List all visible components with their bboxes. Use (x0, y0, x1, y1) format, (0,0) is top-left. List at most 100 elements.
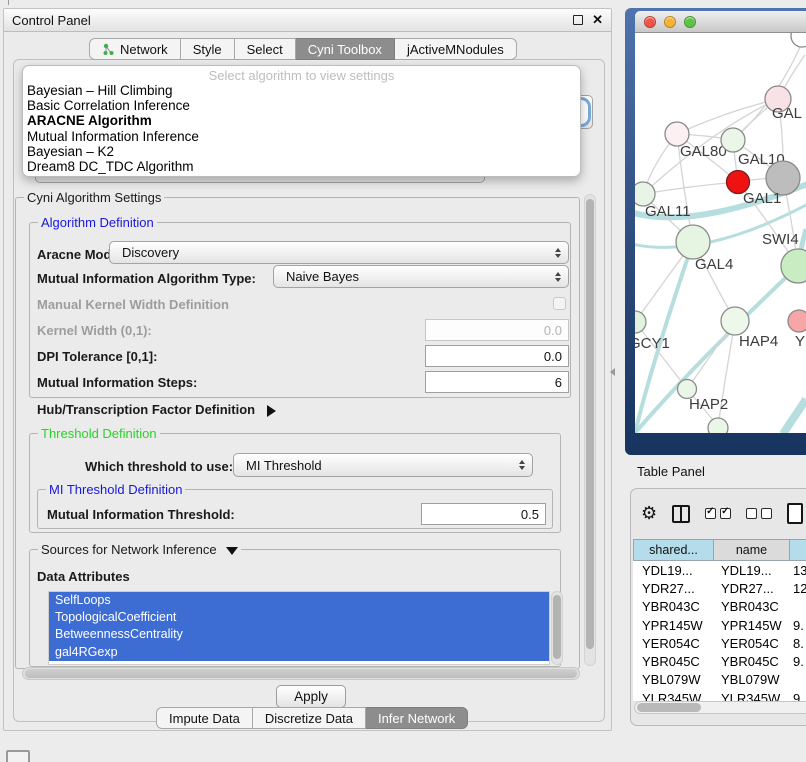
network-node-gcy1[interactable] (635, 311, 646, 333)
column-header-name[interactable]: name (714, 539, 790, 561)
aracne-mode-value: Discovery (122, 245, 179, 260)
scrollbar-thumb[interactable] (25, 669, 577, 678)
mi-type-value: Naive Bayes (286, 269, 359, 284)
dropdown-item[interactable]: Bayesian – K2 (23, 144, 580, 159)
table-row[interactable]: YBR045CYBR045C9. (633, 652, 806, 670)
network-node-gal4[interactable] (676, 225, 710, 259)
network-edge-thick (783, 399, 806, 433)
float-window-icon[interactable] (573, 15, 583, 25)
network-node-label: GAL4 (695, 256, 733, 273)
settings-horizontal-scrollbar[interactable] (22, 667, 580, 680)
network-node[interactable] (791, 33, 806, 47)
tab-select[interactable]: Select (235, 38, 296, 60)
tab-label: Style (193, 42, 222, 57)
dpi-tolerance-field[interactable]: 0.0 (425, 345, 569, 367)
tab-cyni-toolbox[interactable]: Cyni Toolbox (296, 38, 395, 60)
columns-icon[interactable] (672, 505, 690, 523)
tab-label: Cyni Toolbox (308, 42, 382, 57)
minimize-window-button[interactable] (664, 16, 676, 28)
table-row[interactable]: YDL19...YDL19...13 (633, 561, 806, 579)
document-icon[interactable] (787, 503, 803, 524)
data-attributes-label: Data Attributes (37, 569, 130, 584)
collapse-down-icon[interactable] (226, 547, 238, 555)
hub-definition-toggle[interactable]: Hub/Transcription Factor Definition (37, 402, 276, 417)
table-row[interactable]: YBR043CYBR043C (633, 598, 806, 616)
network-node-gal10[interactable] (721, 128, 745, 152)
table-row[interactable]: YDR27...YDR27...12 (633, 579, 806, 597)
checked-box-icon (705, 508, 716, 519)
table-cell: 12 (790, 581, 806, 596)
mi-type-combobox[interactable]: Naive Bayes (273, 265, 569, 288)
tab-impute-data[interactable]: Impute Data (156, 707, 253, 729)
table-row[interactable]: YPR145WYPR145W9. (633, 616, 806, 634)
tab-jactivemnodules[interactable]: jActiveMNodules (395, 38, 517, 60)
attribute-item-selected[interactable]: BetweennessCentrality (49, 626, 549, 643)
control-panel-titlebar: Control Panel ✕ (4, 9, 611, 32)
network-node-y[interactable] (788, 310, 806, 332)
tab-infer-network[interactable]: Infer Network (366, 707, 468, 729)
table-cell: YER054C (633, 636, 714, 651)
network-canvas[interactable]: GALGAL80GAL10GAL1GAL11SWI4GAL4GCY1HAP4YH… (635, 33, 806, 433)
mi-threshold-label: Mutual Information Threshold: (47, 507, 235, 522)
control-panel-title: Control Panel (12, 13, 91, 28)
apply-button[interactable]: Apply (276, 685, 346, 708)
mi-steps-field[interactable]: 6 (425, 371, 569, 393)
settings-vertical-scrollbar[interactable] (584, 194, 596, 666)
zoom-window-button[interactable] (684, 16, 696, 28)
tab-network[interactable]: Network (89, 38, 181, 60)
scrollbar-thumb[interactable] (553, 595, 561, 659)
table-cell: YDR27... (633, 581, 714, 596)
expand-right-icon[interactable] (267, 405, 276, 417)
attribute-list-scrollbar[interactable] (551, 591, 563, 665)
scrollbar-thumb[interactable] (637, 703, 701, 712)
scrollbar-thumb[interactable] (586, 199, 594, 649)
table-cell: YBR043C (714, 599, 790, 614)
table-header: shared... name (633, 539, 806, 561)
checked-boxes-icon[interactable] (705, 508, 731, 519)
bottom-tabbar: Impute Data Discretize Data Infer Networ… (156, 707, 468, 729)
mi-steps-label: Mutual Information Steps: (37, 375, 197, 390)
table-horizontal-scrollbar[interactable] (634, 701, 806, 714)
table-cell: YBR045C (714, 654, 790, 669)
dropdown-item[interactable]: Mutual Information Inference (23, 129, 580, 144)
column-header-shared-name[interactable]: shared... (633, 539, 714, 561)
network-node[interactable] (708, 418, 728, 433)
dropdown-item[interactable]: Dream8 DC_TDC Algorithm (23, 159, 580, 174)
close-window-button[interactable] (644, 16, 656, 28)
attribute-item-selected[interactable]: gal4RGexp (49, 644, 549, 661)
column-header-cut[interactable] (790, 539, 806, 561)
manual-kernel-checkbox[interactable] (553, 297, 566, 310)
network-node-label: GAL (772, 105, 802, 122)
table-row[interactable]: YBL079WYBL079W (633, 671, 806, 689)
table-row[interactable]: YLR345WYLR345W9. (633, 689, 806, 701)
gear-icon[interactable]: ⚙ (641, 505, 657, 523)
table-cell: YBL079W (633, 672, 714, 687)
dropdown-item-highlighted[interactable]: ARACNE Algorithm (23, 113, 580, 128)
tab-style[interactable]: Style (181, 38, 235, 60)
network-node-label: SWI4 (762, 231, 799, 248)
group-title: Threshold Definition (38, 426, 160, 441)
which-threshold-combobox[interactable]: MI Threshold (233, 453, 533, 477)
panel-splitter-handle[interactable] (610, 368, 615, 376)
table-cell: YER054C (714, 636, 790, 651)
mi-threshold-field[interactable]: 0.5 (421, 503, 546, 525)
network-node-hap4[interactable] (721, 307, 749, 335)
sources-toggle[interactable]: Sources for Network Inference (38, 542, 241, 557)
dropdown-item[interactable]: Bayesian – Hill Climbing (23, 83, 580, 98)
close-panel-icon[interactable]: ✕ (592, 15, 603, 25)
network-node-label: GAL11 (645, 203, 691, 220)
tab-discretize-data[interactable]: Discretize Data (253, 707, 366, 729)
bottom-left-mini-button[interactable] (6, 750, 30, 762)
table-cell: 13 (790, 563, 806, 578)
group-title: Cyni Algorithm Settings (24, 190, 164, 205)
table-cell: 9. (790, 691, 806, 701)
network-node-label: HAP4 (739, 333, 778, 350)
dropdown-item[interactable]: Basic Correlation Inference (23, 98, 580, 113)
table-row[interactable]: YER054CYER054C8. (633, 634, 806, 652)
unchecked-boxes-icon[interactable] (746, 508, 772, 519)
attribute-item-selected[interactable]: TopologicalCoefficient (49, 609, 549, 626)
attribute-item-selected[interactable]: SelfLoops (49, 592, 549, 609)
which-threshold-label: Which threshold to use: (85, 459, 233, 474)
kernel-width-field[interactable]: 0.0 (425, 319, 569, 341)
aracne-mode-combobox[interactable]: Discovery (109, 241, 569, 264)
